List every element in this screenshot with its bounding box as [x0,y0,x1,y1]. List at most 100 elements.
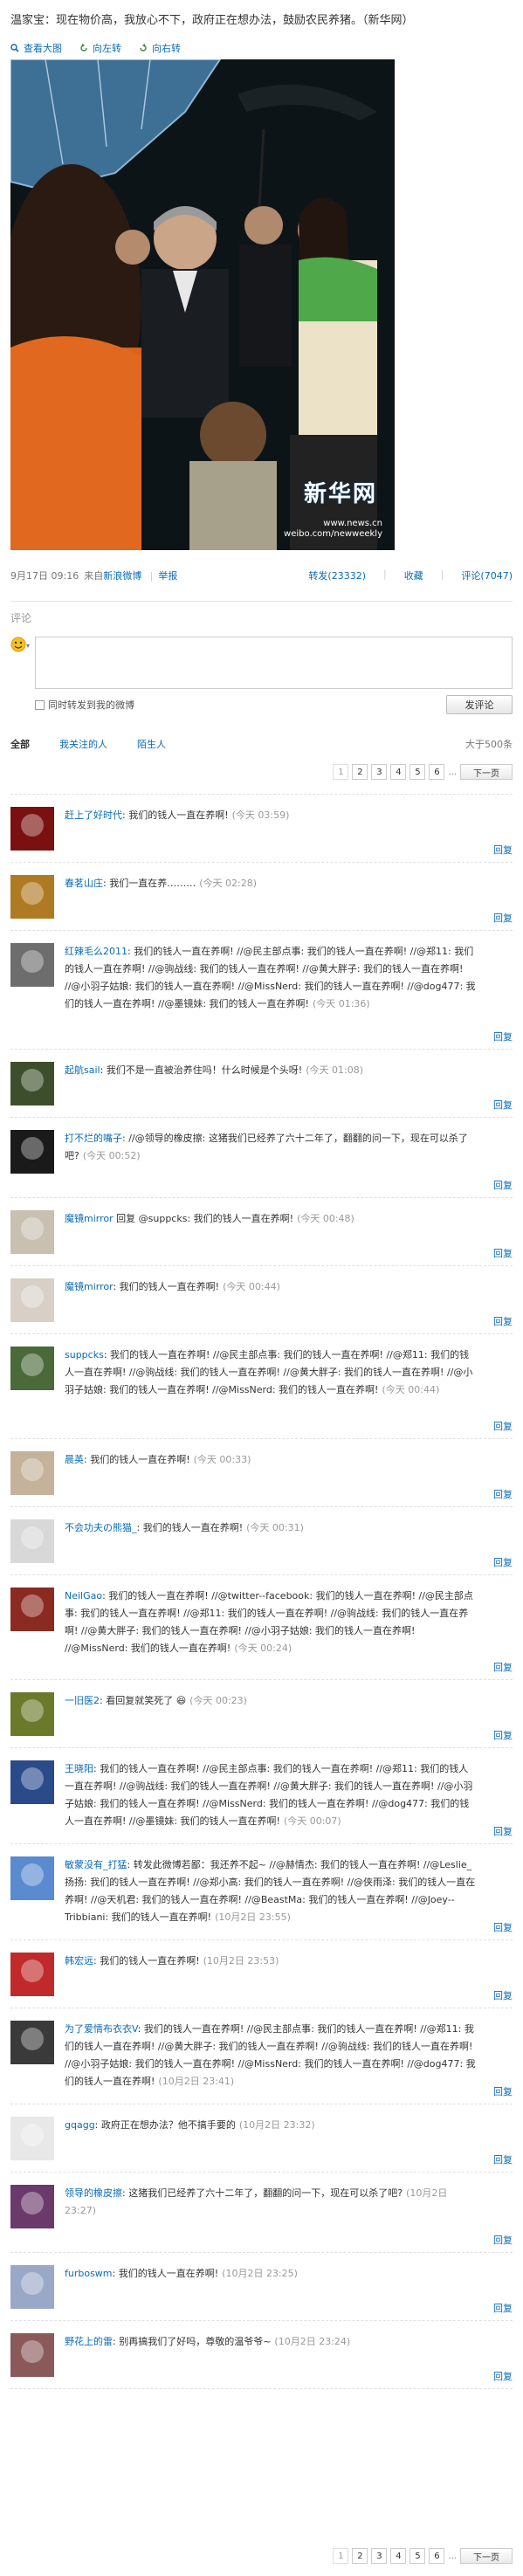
comment-avatar[interactable] [10,1519,54,1563]
comment-username-link[interactable]: NeilGao [65,1590,102,1601]
source-link[interactable]: 新浪微博 [103,570,141,582]
page-1[interactable]: 1 [333,2548,349,2564]
comment-avatar[interactable] [10,1278,54,1322]
comment-username-link[interactable]: 起航sail [65,1064,100,1076]
also-forward-label: 同时转发到我的微博 [48,699,134,711]
reply-link[interactable]: 回复 [493,1555,513,1569]
comment-avatar[interactable] [10,2021,54,2064]
comment-username-link[interactable]: 魔镜mirror [65,1213,114,1224]
comment-username-link[interactable]: 王晓阳 [65,1763,93,1774]
comment-username-link[interactable]: suppcks [65,1349,104,1360]
reply-link[interactable]: 回复 [493,2301,513,2315]
comment-avatar[interactable] [10,2265,54,2309]
reply-link[interactable]: 回复 [493,1487,513,1501]
comment-avatar[interactable] [10,2117,54,2160]
comment-textarea[interactable] [35,637,513,689]
comment-username-link[interactable]: 魔镜mirror [65,1281,113,1292]
forward-link[interactable]: 转发(23332) [308,568,366,582]
rotate-right-link[interactable]: 向右转 [139,41,181,55]
comment-username-link[interactable]: gqagg [65,2119,95,2131]
also-forward-checkbox[interactable] [35,699,45,710]
zoom-icon [10,44,19,52]
comment-avatar[interactable] [10,1062,54,1105]
comment-avatar[interactable] [10,807,54,851]
comment-username-link[interactable]: 野花上的雷 [65,2336,113,2347]
page-2[interactable]: 2 [352,764,368,780]
comment-username-link[interactable]: 敏蒙没有_打猛 [65,1859,127,1870]
comment-username-link[interactable]: 领导的橡皮擦 [65,2187,122,2199]
page-4[interactable]: 4 [390,2548,407,2564]
reply-link[interactable]: 回复 [493,1660,513,1674]
comment-text: : 我们的钱人一直在养啊! [112,2268,219,2279]
comment-username-link[interactable]: 韩宏远 [65,1955,93,1966]
comment-link[interactable]: 评论(7047) [461,568,513,582]
filter-following[interactable]: 我关注的人 [59,737,107,751]
reply-link[interactable]: 回复 [493,1988,513,2002]
reply-link[interactable]: 回复 [493,1920,513,1934]
next-page-button[interactable]: 下一页 [460,2548,513,2564]
comment-username-link[interactable]: furboswm [65,2268,113,2279]
filter-strangers[interactable]: 陌生人 [137,737,166,751]
comment-avatar[interactable] [10,1210,54,1254]
page-6[interactable]: 6 [429,764,445,780]
submit-comment-button[interactable]: 发评论 [446,695,513,714]
post-photo[interactable]: 新华网 www.news.cn weibo.com/newweekly [10,59,395,550]
reply-link[interactable]: 回复 [493,1098,513,1112]
reply-link[interactable]: 回复 [493,2233,513,2247]
page-6[interactable]: 6 [429,2548,445,2564]
page-4[interactable]: 4 [390,764,407,780]
comment-username-link[interactable]: 春茗山庄 [65,878,103,889]
page-5[interactable]: 5 [409,764,426,780]
also-forward-option[interactable]: 同时转发到我的微博 [35,698,134,712]
emoji-button[interactable]: ▾ [10,637,30,689]
comment-time: (今天 02:28) [199,878,257,889]
comment-avatar[interactable] [10,1953,54,1996]
page-3[interactable]: 3 [371,764,388,780]
image-toolbar: 查看大图 向左转 向右转 [10,38,513,58]
comment-avatar[interactable] [10,1130,54,1174]
comment-avatar[interactable] [10,943,54,987]
reply-link[interactable]: 回复 [493,1030,513,1043]
comment-avatar[interactable] [10,2185,54,2228]
comment-item: 魔镜mirror 回复 @suppcks: 我们的钱人一直在养啊! (今天 00:… [10,1198,513,1266]
comment-username-link[interactable]: 晨英 [65,1454,84,1465]
comment-username-link[interactable]: 赶上了好时代 [65,809,122,821]
reply-link[interactable]: 回复 [493,2152,513,2166]
reply-link[interactable]: 回复 [493,843,513,857]
comment-avatar[interactable] [10,1692,54,1736]
comment-avatar[interactable] [10,1588,54,1631]
comment-avatar[interactable] [10,1760,54,1804]
reply-link[interactable]: 回复 [493,1246,513,1260]
next-page-button[interactable]: 下一页 [460,764,513,780]
page-5[interactable]: 5 [409,2548,426,2564]
comment-username-link[interactable]: 不会功夫の熊猫_ [65,1522,137,1533]
comment-username-link[interactable]: 红辣毛么2011 [65,946,127,957]
comment-username-link[interactable]: 为了爱情布衣衣V [65,2023,138,2035]
favorite-link[interactable]: 收藏 [404,568,423,582]
comment-avatar[interactable] [10,2333,54,2377]
comment-text: : 政府正在想办法？他不搞手要的 [94,2119,236,2131]
reply-link[interactable]: 回复 [493,1178,513,1192]
comment-avatar[interactable] [10,1451,54,1495]
reply-link[interactable]: 回复 [493,1314,513,1328]
comment-username-link[interactable]: 打不烂的嘴子 [65,1133,122,1144]
reply-link[interactable]: 回复 [493,1824,513,1838]
page-3[interactable]: 3 [371,2548,388,2564]
report-link[interactable]: 举报 [158,570,177,582]
reply-link[interactable]: 回复 [493,1419,513,1433]
rotate-left-link[interactable]: 向左转 [79,41,121,55]
view-large-image-link[interactable]: 查看大图 [10,41,62,55]
filter-all[interactable]: 全部 [10,737,30,751]
reply-link[interactable]: 回复 [493,2084,513,2098]
reply-link[interactable]: 回复 [493,1728,513,1742]
meta-separator: | [149,570,154,582]
page-1[interactable]: 1 [333,764,349,780]
reply-link[interactable]: 回复 [493,2369,513,2383]
comment-avatar[interactable] [10,875,54,919]
comment-username-link[interactable]: 一旧医2 [65,1695,100,1706]
comment-avatar[interactable] [10,1856,54,1900]
page-2[interactable]: 2 [352,2548,368,2564]
comment-time: (10月2日 23:55) [215,1911,291,1923]
comment-avatar[interactable] [10,1347,54,1390]
reply-link[interactable]: 回复 [493,911,513,925]
